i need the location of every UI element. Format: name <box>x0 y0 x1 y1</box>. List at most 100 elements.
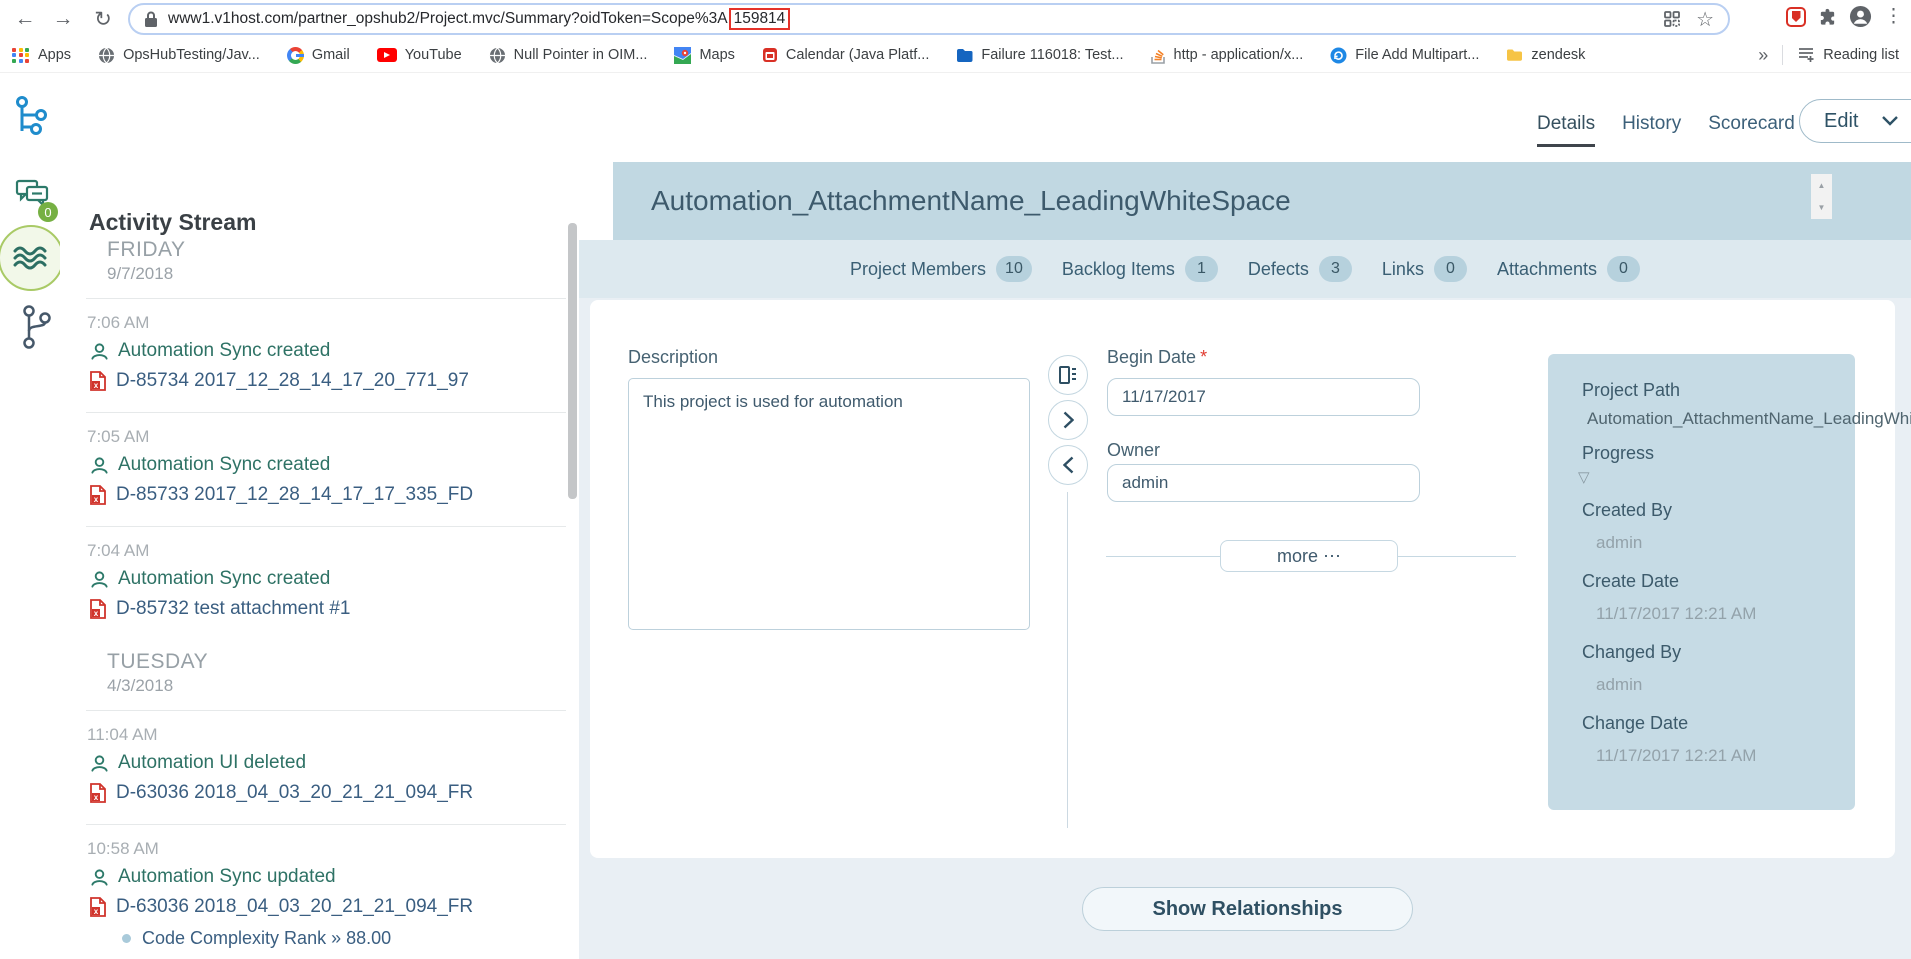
globe-icon <box>98 47 115 64</box>
bookmark-gmail[interactable]: Gmail <box>287 47 350 64</box>
person-icon <box>90 754 109 773</box>
info-field: Changed By admin <box>1582 642 1855 695</box>
bookmark-null-pointer[interactable]: Null Pointer in OIM... <box>489 47 648 64</box>
day-header: TUESDAY <box>107 650 579 674</box>
layout-panel-button[interactable] <box>1048 355 1088 395</box>
tab-history[interactable]: History <box>1622 113 1681 147</box>
url-highlight-box: 159814 <box>729 8 791 30</box>
profile-avatar-icon[interactable] <box>1849 5 1872 28</box>
svg-text:x: x <box>94 793 99 802</box>
tab-links[interactable]: Links 0 <box>1382 256 1467 282</box>
project-path-label: Project Path <box>1582 380 1855 401</box>
bookmarks-overflow-icon[interactable]: » <box>1758 45 1768 66</box>
bookmark-failure-116018[interactable]: Failure 116018: Test... <box>956 47 1123 63</box>
activity-stream-icon[interactable] <box>0 225 64 291</box>
tab-backlog-items[interactable]: Backlog Items 1 <box>1062 256 1218 282</box>
reading-list-icon <box>1797 47 1815 63</box>
divider <box>86 710 566 711</box>
bookmark-http-application[interactable]: http - application/x... <box>1151 47 1304 64</box>
activity-scrollbar[interactable] <box>568 223 577 499</box>
more-button[interactable]: more ⋯ <box>1220 540 1398 572</box>
bookmark-youtube[interactable]: YouTube <box>377 47 462 63</box>
edit-button[interactable]: Edit <box>1799 99 1911 143</box>
lock-icon <box>144 10 158 28</box>
maps-icon <box>674 47 691 64</box>
divider <box>86 526 566 527</box>
entry-time: 11:04 AM <box>87 725 579 745</box>
page-title: Automation_AttachmentName_LeadingWhiteSp… <box>613 162 1911 240</box>
bookmark-maps[interactable]: Maps <box>674 47 734 64</box>
tab-groups-icon[interactable] <box>1663 10 1681 28</box>
chevron-left-icon <box>1063 456 1074 474</box>
bookmark-opshubtesting[interactable]: OpsHubTesting/Jav... <box>98 47 260 64</box>
bookmark-calendar[interactable]: Calendar (Java Platf... <box>762 47 929 63</box>
bookmark-apps[interactable]: Apps <box>12 47 71 63</box>
attachment-file-icon: x <box>90 783 106 803</box>
back-icon[interactable]: ← <box>10 4 40 34</box>
scroll-up-icon[interactable]: ▲ <box>1818 181 1826 190</box>
owner-input[interactable] <box>1107 464 1420 502</box>
blue-circle-arrow-icon <box>1330 47 1347 64</box>
activity-stream-title: Activity Stream <box>89 209 579 236</box>
divider <box>86 824 566 825</box>
tab-project-members[interactable]: Project Members 10 <box>850 256 1032 282</box>
tab-defects[interactable]: Defects 3 <box>1248 256 1352 282</box>
entry-link[interactable]: D-63036 2018_04_03_20_21_21_094_FR <box>116 782 473 804</box>
tab-scorecard[interactable]: Scorecard <box>1708 113 1795 147</box>
entry-link[interactable]: D-63036 2018_04_03_20_21_21_094_FR <box>116 896 473 918</box>
apps-grid-icon <box>12 48 30 63</box>
browser-toolbar: ← → ↻ www1.v1host.com/partner_opshub2/Pr… <box>0 0 1911 38</box>
divider <box>86 412 566 413</box>
divider <box>1067 492 1068 828</box>
attachment-file-icon: x <box>90 485 106 505</box>
owner-label: Owner <box>1107 440 1160 461</box>
bookmark-file-add-multipart[interactable]: File Add Multipart... <box>1330 47 1479 64</box>
attachment-file-icon: x <box>90 599 106 619</box>
collapse-right-button[interactable] <box>1048 400 1088 440</box>
begin-date-input[interactable] <box>1107 378 1420 416</box>
day-date: 9/7/2018 <box>107 264 579 284</box>
branch-icon[interactable] <box>21 305 51 354</box>
svg-text:x: x <box>94 609 99 618</box>
tab-details[interactable]: Details <box>1537 113 1595 147</box>
collapse-left-button[interactable] <box>1048 445 1088 485</box>
address-bar[interactable]: www1.v1host.com/partner_opshub2/Project.… <box>128 3 1730 35</box>
reading-list-button[interactable]: Reading list <box>1797 47 1899 63</box>
entry-link[interactable]: D-85734 2017_12_28_14_17_20_771_97 <box>116 370 469 392</box>
progress-triangle-icon[interactable]: ▽ <box>1578 468 1855 486</box>
project-tree-icon[interactable] <box>14 95 48 142</box>
chrome-menu-icon[interactable]: ⋮ <box>1884 5 1903 28</box>
extensions-puzzle-icon[interactable] <box>1818 7 1837 26</box>
divider <box>1782 45 1783 65</box>
begin-date-label: Begin Date* <box>1107 347 1207 368</box>
entry-link[interactable]: D-85732 test attachment #1 <box>116 598 350 620</box>
show-relationships-button[interactable]: Show Relationships <box>1082 887 1413 931</box>
bookmarks-bar: Apps OpsHubTesting/Jav... Gmail YouTube … <box>0 38 1911 73</box>
youtube-icon <box>377 48 397 62</box>
person-icon <box>90 570 109 589</box>
adblock-extension-icon[interactable] <box>1786 7 1806 27</box>
forward-icon[interactable]: → <box>48 4 78 34</box>
info-panel: Project Path Automation_AttachmentName_L… <box>1548 354 1855 810</box>
view-tabs: Details History Scorecard <box>1537 113 1795 147</box>
panel-list-icon <box>1058 365 1078 385</box>
tab-attachments[interactable]: Attachments 0 <box>1497 256 1640 282</box>
bookmark-zendesk[interactable]: zendesk <box>1506 47 1585 63</box>
chevron-down-icon <box>1882 116 1898 126</box>
description-label: Description <box>628 347 718 368</box>
activity-entry: 7:06 AM Automation Sync created xD-85734… <box>60 313 579 392</box>
description-field[interactable]: This project is used for automation <box>628 378 1030 630</box>
project-title-bar: Automation_AttachmentName_LeadingWhiteSp… <box>613 162 1911 240</box>
entry-link[interactable]: D-85733 2017_12_28_14_17_17_335_FD <box>116 484 473 506</box>
scroll-down-icon[interactable]: ▼ <box>1818 203 1826 212</box>
count-badge: 0 <box>1434 256 1467 282</box>
entry-event: Automation Sync created <box>118 340 330 362</box>
count-badge: 10 <box>996 256 1032 282</box>
stack-overflow-icon <box>1151 47 1166 64</box>
activity-entry: 11:04 AM Automation UI deleted xD-63036 … <box>60 725 579 804</box>
reload-icon[interactable]: ↻ <box>88 4 118 34</box>
conversations-badge: 0 <box>38 202 58 222</box>
title-spinner[interactable]: ▲ ▼ <box>1811 174 1832 219</box>
day-header: FRIDAY <box>107 238 579 262</box>
bookmark-star-icon[interactable]: ☆ <box>1696 7 1714 32</box>
